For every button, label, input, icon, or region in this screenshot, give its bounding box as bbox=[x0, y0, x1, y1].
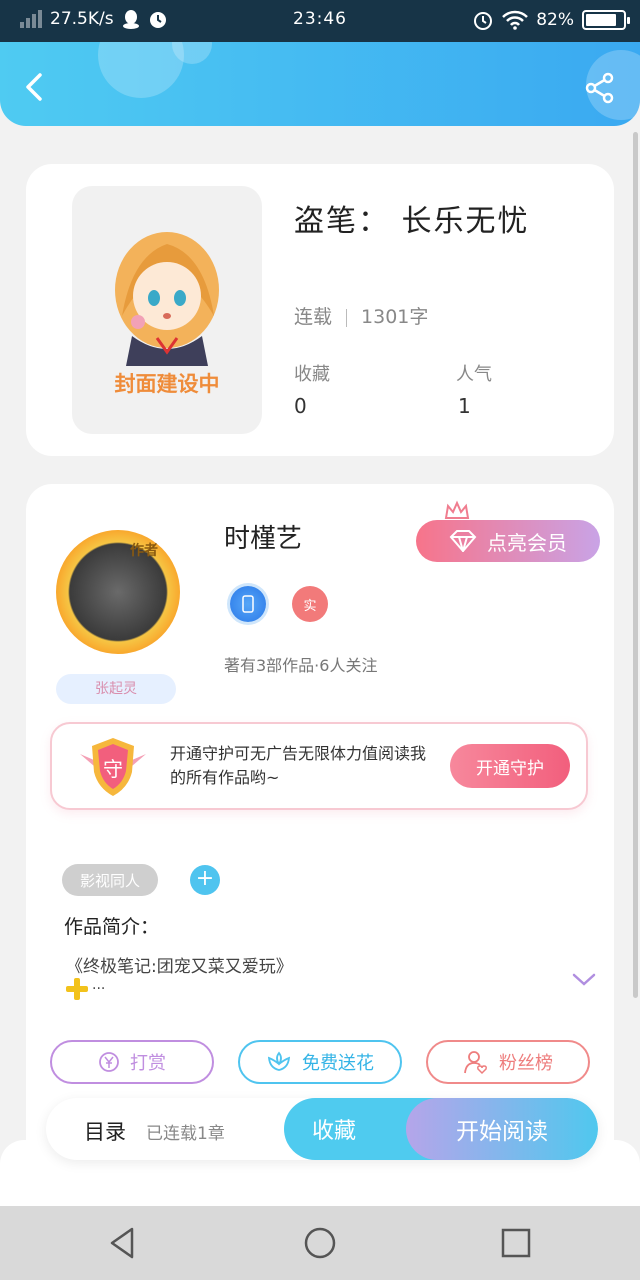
toc-button[interactable]: 目录 bbox=[84, 1116, 126, 1146]
intro-label: 作品简介： bbox=[64, 916, 160, 938]
chapter-count[interactable]: 已连载1章 bbox=[146, 1119, 225, 1144]
real-name-badge: 实 bbox=[292, 586, 328, 622]
read-button-label: 开始阅读 bbox=[456, 1119, 548, 1145]
system-nav-bar bbox=[0, 1206, 640, 1280]
popularity-label: 人气 bbox=[456, 364, 492, 385]
add-tag-button[interactable]: + bbox=[190, 865, 220, 895]
author-name: 时槿艺 bbox=[224, 524, 303, 554]
decor-bubble bbox=[98, 42, 184, 98]
wifi-icon bbox=[502, 10, 529, 30]
fans-ranking-button[interactable]: 粉丝榜 bbox=[426, 1040, 590, 1084]
favorites-label: 收藏 bbox=[294, 364, 330, 385]
alarm-icon bbox=[474, 12, 493, 30]
back-icon[interactable] bbox=[20, 72, 50, 102]
nav-back-icon[interactable] bbox=[104, 1224, 142, 1262]
book-title: 盗笔： 长乐无忧 bbox=[294, 204, 530, 239]
author-card: 作者 张起灵 时槿艺 点亮会员 实 著有3部作品·6人关注 守 开通守护可无广告… bbox=[26, 484, 614, 1184]
chevron-down-icon[interactable] bbox=[572, 972, 596, 988]
share-icon[interactable] bbox=[584, 72, 616, 104]
battery-fill bbox=[586, 14, 616, 26]
favorites-value: 0 bbox=[294, 394, 307, 418]
guard-promo-text: 开通守护可无广告无限体力值阅读我的所有作品哟~ bbox=[170, 744, 427, 787]
yuan-coin-icon bbox=[99, 1052, 119, 1072]
phone-verified-icon bbox=[230, 586, 266, 622]
flower-icon bbox=[267, 1051, 291, 1071]
scrollbar[interactable] bbox=[633, 132, 638, 998]
nav-home-icon[interactable] bbox=[301, 1224, 339, 1262]
author-avatar[interactable] bbox=[56, 530, 180, 654]
light-up-vip-button[interactable]: 点亮会员 bbox=[416, 520, 600, 562]
cover-placeholder-text: 封面建设中 bbox=[114, 372, 220, 396]
meta-divider bbox=[346, 308, 348, 327]
battery-icon bbox=[582, 10, 630, 30]
flower-label: 免费送花 bbox=[302, 1053, 374, 1074]
intro-more: ··· bbox=[66, 978, 105, 1000]
book-info-card: 封面建设中 盗笔： 长乐无忧 连载 1301字 收藏 0 人气 1 bbox=[26, 164, 614, 456]
battery-percent: 82% bbox=[536, 10, 574, 30]
top-header bbox=[0, 42, 640, 126]
diamond-icon bbox=[449, 530, 477, 552]
nav-recents-icon[interactable] bbox=[497, 1224, 535, 1262]
yellow-plus-icon bbox=[66, 978, 88, 1000]
guard-promo-box: 守 开通守护可无广告无限体力值阅读我的所有作品哟~ 开通守护 bbox=[50, 722, 588, 810]
avatar-frame-plate: 张起灵 bbox=[56, 674, 176, 704]
start-reading-button[interactable]: 开始阅读 bbox=[406, 1098, 598, 1160]
intro-ellipsis: ··· bbox=[92, 981, 106, 997]
status-right: 82% bbox=[472, 9, 630, 31]
reward-button[interactable]: 打赏 bbox=[50, 1040, 214, 1084]
bottom-action-bar: 目录 已连载1章 收藏 开始阅读 bbox=[46, 1098, 598, 1160]
reward-label: 打赏 bbox=[130, 1053, 166, 1074]
fans-label: 粉丝榜 bbox=[499, 1053, 553, 1074]
popularity-value: 1 bbox=[458, 394, 471, 418]
vip-button-label: 点亮会员 bbox=[487, 530, 567, 555]
send-flower-button[interactable]: 免费送花 bbox=[238, 1040, 402, 1084]
intro-text: 《终极笔记:团宠又菜又爱玩》 bbox=[66, 957, 293, 977]
genre-tag[interactable]: 影视同人 bbox=[62, 864, 158, 896]
collect-button-label: 收藏 bbox=[312, 1119, 357, 1144]
user-heart-icon bbox=[464, 1051, 487, 1075]
open-guard-button[interactable]: 开通守护 bbox=[450, 744, 570, 788]
author-role-tag: 作者 bbox=[130, 543, 158, 559]
guard-shield-icon: 守 bbox=[80, 738, 146, 796]
crown-icon bbox=[444, 500, 470, 519]
book-meta: 连载 1301字 bbox=[294, 302, 428, 329]
status-bar: 27.5K/s 23:46 82% bbox=[0, 0, 640, 42]
cover-girl-illustration bbox=[115, 232, 219, 366]
book-cover[interactable]: 封面建设中 bbox=[72, 186, 262, 434]
word-count: 1301字 bbox=[361, 306, 429, 328]
guard-icon-text: 守 bbox=[103, 757, 123, 781]
book-status: 连载 bbox=[294, 306, 333, 328]
author-stats: 著有3部作品·6人关注 bbox=[224, 656, 378, 675]
